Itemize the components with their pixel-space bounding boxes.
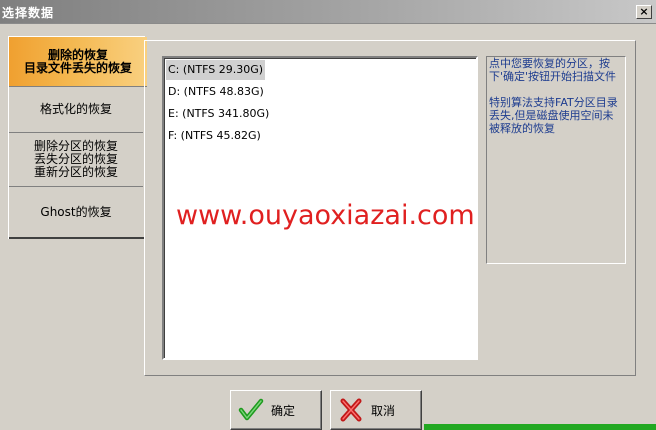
tab-column-shadow <box>9 237 145 239</box>
info-panel: 点中您要恢复的分区，按下'确定'按钮开始扫描文件 特别算法支持FAT分区目录丢失… <box>486 56 626 264</box>
partition-item-f[interactable]: F: (NTFS 45.82G) <box>166 126 263 146</box>
tab-deleted-recovery[interactable]: 删除的恢复 目录文件丢失的恢复 <box>9 37 147 87</box>
x-cross-icon <box>331 395 371 425</box>
ok-button-label: 确定 <box>271 403 296 418</box>
recovery-mode-tabs: 删除的恢复 目录文件丢失的恢复 格式化的恢复 删除分区的恢复 丢失分区的恢复 重… <box>8 36 147 239</box>
close-button[interactable]: × <box>636 5 652 19</box>
partition-item-e[interactable]: E: (NTFS 341.80G) <box>166 104 271 124</box>
tab-label-line: Ghost的恢复 <box>40 204 112 219</box>
title-bar: 选择数据 × <box>0 0 656 24</box>
window-title: 选择数据 <box>2 6 55 20</box>
partition-item-d[interactable]: D: (NTFS 48.83G) <box>166 82 266 102</box>
info-fat-note-text: 特别算法支持FAT分区目录丢失,但是磁盘使用空间未被释放的恢复 <box>489 96 618 135</box>
partition-item-c[interactable]: C: (NTFS 29.30G) <box>166 60 266 80</box>
info-instruction-text: 点中您要恢复的分区，按下'确定'按钮开始扫描文件 <box>489 57 617 83</box>
tab-label-line: 格式化的恢复 <box>39 102 112 116</box>
cancel-button-label: 取消 <box>371 403 396 418</box>
tab-partition-recovery[interactable]: 删除分区的恢复 丢失分区的恢复 重新分区的恢复 <box>9 133 143 187</box>
tab-ghost-recovery[interactable]: Ghost的恢复 <box>9 187 143 237</box>
watermark-text: www.ouyaoxiazai.com <box>176 200 475 231</box>
close-icon: × <box>639 5 649 18</box>
ok-button[interactable]: 确定 <box>230 390 322 430</box>
progress-strip <box>424 424 656 430</box>
checkmark-icon <box>231 395 271 425</box>
tab-label-line: 目录文件丢失的恢复 <box>23 60 132 75</box>
tab-format-recovery[interactable]: 格式化的恢复 <box>9 87 143 133</box>
tab-label-line: 重新分区的恢复 <box>33 165 118 179</box>
cancel-button[interactable]: 取消 <box>330 390 422 430</box>
tab-label-line: 删除的恢复 <box>47 47 108 62</box>
